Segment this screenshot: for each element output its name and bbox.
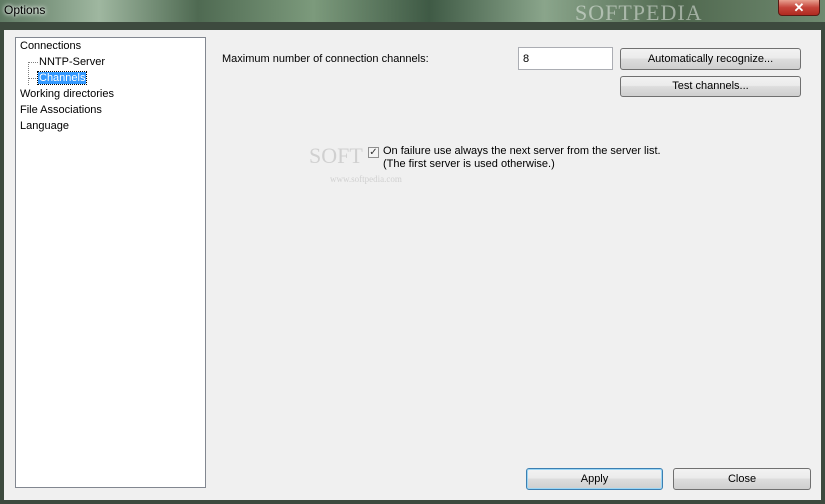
auto-recognize-button[interactable]: Automatically recognize...	[620, 48, 801, 70]
title-bar[interactable]: Options SOFTPEDIA ✕	[0, 0, 825, 25]
options-tree[interactable]: Connections NNTP-Server Channels Working…	[15, 37, 206, 488]
close-button[interactable]: Close	[673, 468, 811, 490]
tree-item-connections[interactable]: Connections	[20, 40, 81, 52]
tree-item-channels[interactable]: Channels	[36, 71, 88, 85]
options-dialog: Connections NNTP-Server Channels Working…	[4, 30, 821, 500]
tree-item-nntp-server[interactable]: NNTP-Server	[39, 56, 105, 68]
tree-connector	[28, 62, 29, 85]
failover-label: On failure use always the next server fr…	[383, 145, 661, 157]
watermark-url: www.softpedia.com	[330, 174, 402, 184]
tree-item-working-directories[interactable]: Working directories	[20, 88, 114, 100]
failover-note: (The first server is used otherwise.)	[383, 158, 555, 170]
watermark: SOFTPEDIA	[575, 0, 703, 25]
test-channels-button[interactable]: Test channels...	[620, 76, 801, 97]
tree-item-file-associations[interactable]: File Associations	[20, 104, 102, 116]
tree-item-language[interactable]: Language	[20, 120, 69, 132]
close-icon: ✕	[793, 0, 805, 15]
tree-connector	[28, 78, 38, 79]
max-channels-input[interactable]	[518, 47, 613, 70]
max-channels-label: Maximum number of connection channels:	[222, 53, 429, 65]
close-window-button[interactable]: ✕	[778, 0, 820, 16]
window-title: Options	[4, 3, 46, 17]
checkmark-icon: ✓	[369, 147, 378, 158]
watermark-logo: SOFT	[309, 143, 363, 168]
tree-connector	[28, 62, 38, 63]
apply-button[interactable]: Apply	[526, 468, 663, 490]
failover-checkbox[interactable]: ✓	[368, 147, 379, 158]
